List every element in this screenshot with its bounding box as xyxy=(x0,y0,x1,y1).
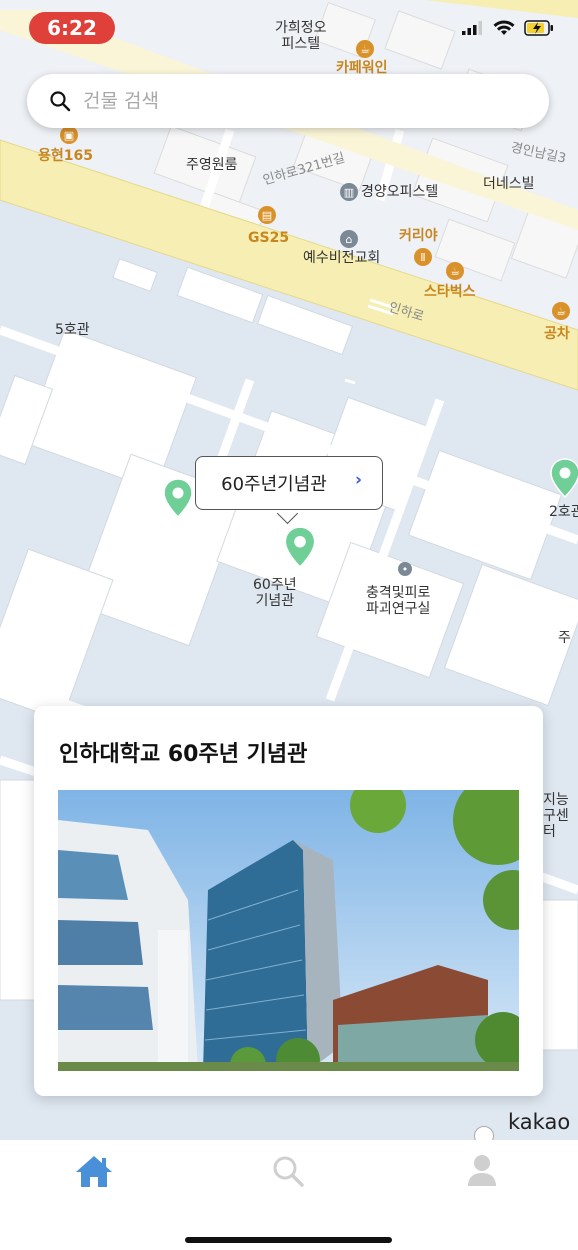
tab-search[interactable] xyxy=(258,1146,318,1196)
map-label-bldg2: 2호관 xyxy=(549,504,578,520)
cafe-icon[interactable]: ☕ xyxy=(446,262,464,280)
battery-icon xyxy=(524,20,553,36)
building-icon[interactable]: ▥ xyxy=(340,183,358,201)
wifi-icon xyxy=(493,20,515,35)
tab-bar xyxy=(0,1140,578,1250)
map-attribution: kakao xyxy=(508,1110,571,1134)
map-pin-icon[interactable] xyxy=(550,458,578,498)
church-icon[interactable]: ⌂ xyxy=(340,230,358,248)
restaurant-icon[interactable]: ▣ xyxy=(60,126,78,144)
map-label-intel: 지능 구센터 xyxy=(543,792,569,841)
restaurant-icon[interactable]: Ⅱ xyxy=(414,248,432,266)
card-title: 인하대학교 60주년 기념관 xyxy=(59,742,308,767)
building-callout[interactable]: 60주년기념관 › xyxy=(195,456,383,510)
home-icon xyxy=(76,1156,112,1187)
search-bar[interactable] xyxy=(27,74,549,128)
map-label-bldg60: 60주년 기념관 xyxy=(253,577,297,610)
map-label-bldg5: 5호관 xyxy=(55,322,90,338)
compass-icon[interactable] xyxy=(474,1126,494,1140)
cafe-icon[interactable]: ☕ xyxy=(552,302,570,320)
map-label-right-cut: 주 xyxy=(558,630,571,646)
profile-icon xyxy=(468,1155,496,1186)
building-photo xyxy=(58,790,519,1071)
map-pin-icon[interactable] xyxy=(163,478,193,518)
selected-map-pin-icon[interactable] xyxy=(284,526,316,568)
search-icon xyxy=(273,1156,304,1187)
map-label-thenest: 더네스빌 xyxy=(483,176,535,192)
status-bar: 6:22 xyxy=(0,0,578,60)
convenience-store-icon[interactable]: ▤ xyxy=(258,206,276,224)
map-label-yonghyeon[interactable]: 용현165 xyxy=(38,148,93,164)
callout-label: 60주년기념관 xyxy=(221,474,327,495)
map-label-crash-lab: 충격및피로 파괴연구실 xyxy=(366,585,431,618)
chevron-right-icon: › xyxy=(354,470,362,490)
search-icon xyxy=(50,91,71,112)
map-label-juyoung: 주영원룸 xyxy=(186,157,238,173)
map-label-gongcha[interactable]: 공차 xyxy=(544,326,570,342)
status-time: 6:22 xyxy=(29,12,115,44)
lab-icon[interactable]: • xyxy=(398,562,412,576)
building-info-card[interactable]: 인하대학교 60주년 기념관 xyxy=(34,706,543,1096)
search-input[interactable] xyxy=(81,89,505,113)
tab-home[interactable] xyxy=(64,1146,124,1196)
map-label-church: 예수비전교회 xyxy=(303,250,381,266)
map-label-gyeongyang: 경양오피스텔 xyxy=(361,184,439,200)
map-label-gs25[interactable]: GS25 xyxy=(248,230,289,246)
map-label-curry[interactable]: 커리야 xyxy=(399,228,438,244)
signal-icon xyxy=(462,21,482,35)
map-label-starbucks[interactable]: 스타벅스 xyxy=(424,284,476,300)
tab-profile[interactable] xyxy=(452,1146,512,1196)
home-indicator xyxy=(185,1237,392,1243)
